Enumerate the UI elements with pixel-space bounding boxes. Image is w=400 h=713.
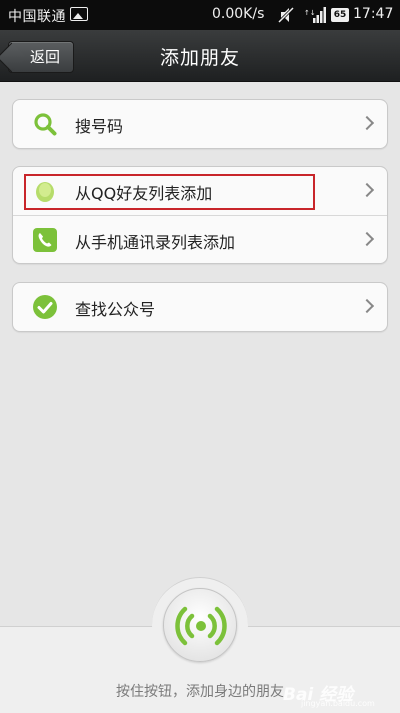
official-accounts-group: 查找公众号 xyxy=(12,282,388,332)
search-number-row[interactable]: 搜号码 xyxy=(13,100,387,148)
title-bar: 返回 添加朋友 xyxy=(0,30,400,82)
svg-text:↑↓: ↑↓ xyxy=(304,9,316,17)
checkmark-icon xyxy=(33,295,57,319)
status-bar: 中国联通 0.00K/s ↑↓ 65 17:47 xyxy=(0,0,400,30)
search-icon xyxy=(34,113,57,136)
chevron-right-icon xyxy=(359,115,375,131)
phone-contacts-row[interactable]: 从手机通讯录列表添加 xyxy=(13,215,387,263)
chevron-right-icon xyxy=(359,182,375,198)
clock: 17:47 xyxy=(353,6,394,22)
image-notification-icon xyxy=(70,7,88,21)
mute-icon xyxy=(278,6,294,24)
highlight-box xyxy=(24,174,315,210)
radar-button[interactable] xyxy=(163,588,237,662)
signal-strength-icon: ↑↓ xyxy=(304,7,326,23)
baidu-watermark: Bai 经验 jingyan.baidu.com xyxy=(283,680,395,712)
search-group: 搜号码 xyxy=(12,99,388,149)
search-number-label: 搜号码 xyxy=(75,117,124,136)
chevron-right-icon xyxy=(359,298,375,314)
chevron-right-icon xyxy=(359,231,375,247)
radar-signal-icon xyxy=(175,606,227,646)
phone-contacts-icon xyxy=(33,228,57,252)
page-title: 添加朋友 xyxy=(159,47,240,69)
watermark-url: jingyan.baidu.com xyxy=(301,699,375,708)
carrier-name: 中国联通 xyxy=(8,9,66,25)
network-speed: 0.00K/s xyxy=(212,6,265,22)
phone-contacts-label: 从手机通讯录列表添加 xyxy=(75,233,236,252)
find-official-account-row[interactable]: 查找公众号 xyxy=(13,283,387,331)
battery-level: 65 xyxy=(331,8,349,22)
find-official-account-label: 查找公众号 xyxy=(75,300,156,319)
